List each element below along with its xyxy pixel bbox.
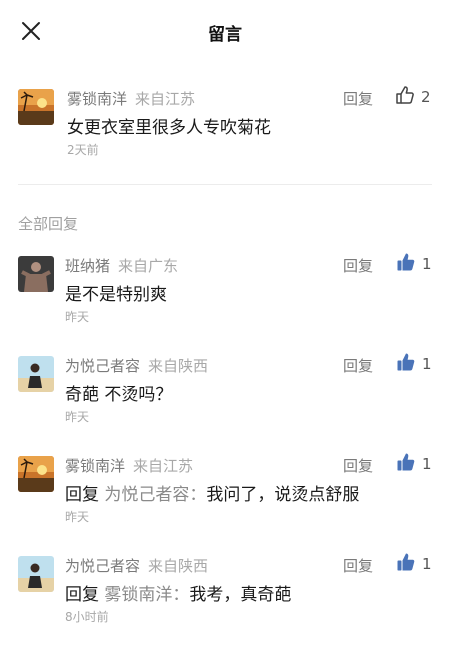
location: 来自江苏 bbox=[133, 457, 194, 475]
like-count: 1 bbox=[422, 555, 432, 573]
avatar[interactable] bbox=[18, 556, 54, 592]
thumbs-up-outline-icon bbox=[395, 85, 415, 109]
username[interactable]: 为悦己者容 bbox=[65, 357, 140, 375]
reply-body: 我问了，说烫点舒服 bbox=[206, 485, 360, 505]
like-count: 1 bbox=[422, 455, 432, 473]
reply-item: 为悦己者容 来自陕西 回复 雾锁南洋：我考，真奇葩 8小时前 回复 1 bbox=[0, 547, 450, 637]
like-count: 1 bbox=[422, 255, 432, 273]
timestamp: 昨天 bbox=[65, 510, 90, 524]
reply-button[interactable]: 回复 bbox=[343, 355, 373, 376]
like-count: 2 bbox=[421, 88, 431, 106]
thumbs-up-filled-icon bbox=[396, 252, 416, 276]
divider bbox=[18, 184, 432, 185]
username[interactable]: 雾锁南洋 bbox=[67, 90, 127, 108]
timestamp: 昨天 bbox=[65, 410, 90, 424]
main-comment: 雾锁南洋 来自江苏 女更衣室里很多人专吹菊花 2天前 回复 2 bbox=[0, 80, 450, 170]
avatar[interactable] bbox=[18, 89, 54, 125]
like-button[interactable]: 1 bbox=[396, 253, 432, 275]
comment-header: 雾锁南洋 来自江苏 bbox=[65, 455, 193, 476]
reply-body: 是不是特别爽 bbox=[65, 285, 167, 305]
like-button[interactable]: 2 bbox=[395, 86, 431, 108]
reply-text: 是不是特别爽 bbox=[65, 280, 167, 305]
reply-text: 回复 为悦己者容：我问了，说烫点舒服 bbox=[65, 480, 359, 505]
like-button[interactable]: 1 bbox=[396, 453, 432, 475]
avatar[interactable] bbox=[18, 356, 54, 392]
reply-body: 我考，真奇葩 bbox=[189, 585, 292, 605]
timestamp: 2天前 bbox=[67, 143, 99, 157]
reply-target[interactable]: 雾锁南洋： bbox=[104, 585, 189, 605]
timestamp: 昨天 bbox=[65, 310, 90, 324]
reply-body: 奇葩 不烫吗？ bbox=[65, 385, 173, 405]
header: 留言 bbox=[0, 0, 450, 62]
username[interactable]: 雾锁南洋 bbox=[65, 457, 125, 475]
section-label: 全部回复 bbox=[18, 215, 79, 233]
reply-item: 班纳猪 来自广东 是不是特别爽 昨天 回复 1 bbox=[0, 247, 450, 337]
reply-button[interactable]: 回复 bbox=[343, 255, 373, 276]
location: 来自陕西 bbox=[148, 557, 209, 575]
reply-button[interactable]: 回复 bbox=[343, 555, 373, 576]
location: 来自江苏 bbox=[135, 90, 196, 108]
like-count: 1 bbox=[422, 355, 432, 373]
thumbs-up-filled-icon bbox=[396, 552, 416, 576]
page-title: 留言 bbox=[208, 25, 242, 45]
timestamp: 8小时前 bbox=[65, 610, 109, 624]
like-button[interactable]: 1 bbox=[396, 353, 432, 375]
reply-prefix: 回复 bbox=[65, 585, 105, 605]
thumbs-up-filled-icon bbox=[396, 452, 416, 476]
comment-header: 为悦己者容 来自陕西 bbox=[65, 355, 208, 376]
reply-text: 奇葩 不烫吗？ bbox=[65, 380, 172, 405]
comment-header: 为悦己者容 来自陕西 bbox=[65, 555, 208, 576]
like-button[interactable]: 1 bbox=[396, 553, 432, 575]
comment-text: 女更衣室里很多人专吹菊花 bbox=[67, 118, 271, 138]
reply-item: 雾锁南洋 来自江苏 回复 为悦己者容：我问了，说烫点舒服 昨天 回复 1 bbox=[0, 447, 450, 537]
location: 来自广东 bbox=[118, 257, 179, 275]
avatar[interactable] bbox=[18, 456, 54, 492]
thumbs-up-filled-icon bbox=[396, 352, 416, 376]
reply-button[interactable]: 回复 bbox=[343, 88, 373, 109]
username[interactable]: 为悦己者容 bbox=[65, 557, 140, 575]
username[interactable]: 班纳猪 bbox=[65, 257, 110, 275]
avatar[interactable] bbox=[18, 256, 54, 292]
comment-header: 雾锁南洋 来自江苏 bbox=[67, 88, 195, 109]
reply-text: 回复 雾锁南洋：我考，真奇葩 bbox=[65, 580, 291, 605]
reply-item: 为悦己者容 来自陕西 奇葩 不烫吗？ 昨天 回复 1 bbox=[0, 347, 450, 437]
reply-button[interactable]: 回复 bbox=[343, 455, 373, 476]
reply-prefix: 回复 bbox=[65, 485, 105, 505]
comment-header: 班纳猪 来自广东 bbox=[65, 255, 178, 276]
location: 来自陕西 bbox=[148, 357, 209, 375]
reply-target[interactable]: 为悦己者容： bbox=[104, 485, 206, 505]
